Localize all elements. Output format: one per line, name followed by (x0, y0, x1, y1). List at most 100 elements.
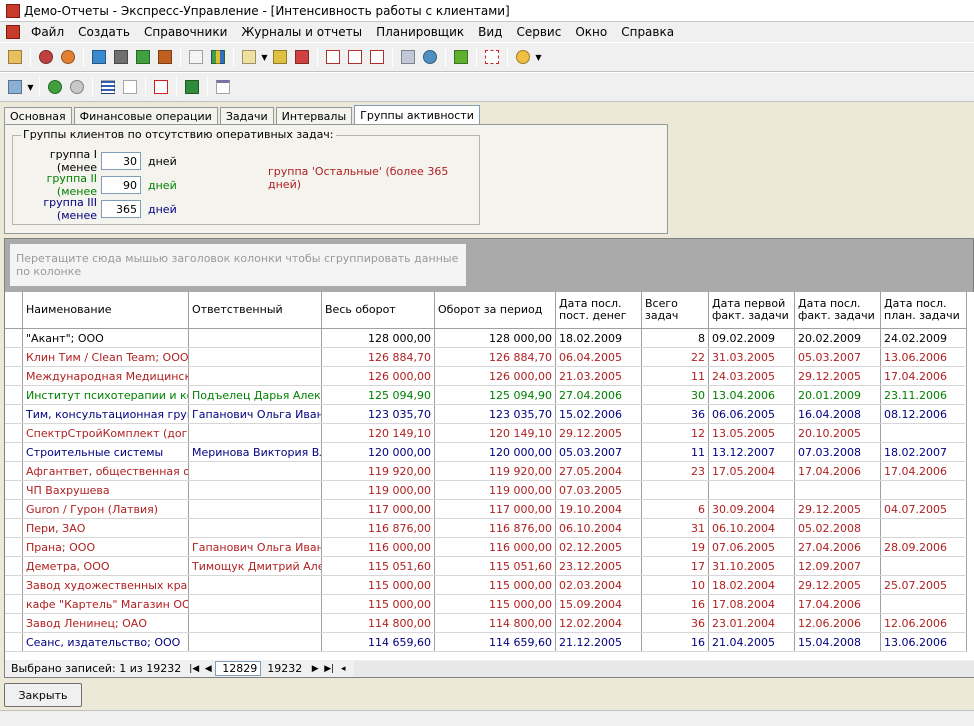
menu-journals[interactable]: Журналы и отчеты (234, 25, 369, 39)
report-p-icon[interactable] (367, 47, 387, 67)
tab-main[interactable]: Основная (4, 107, 72, 125)
schedule-icon[interactable] (292, 47, 312, 67)
next-record-icon[interactable]: ▶ (308, 662, 322, 676)
row-selector[interactable] (5, 329, 23, 347)
clock-dropdown-icon[interactable]: ▼ (534, 47, 543, 67)
menu-file[interactable]: Файл (24, 25, 71, 39)
col-last-plan-date-header[interactable]: Дата посл. план. задачи (881, 292, 967, 328)
table-row[interactable]: "Акант"; ООО 128 000,00 128 000,00 18.02.20… (5, 329, 967, 348)
col-period-turnover-header[interactable]: Оборот за период (435, 292, 556, 328)
row-selector[interactable] (5, 348, 23, 366)
last-record-icon[interactable]: ▶| (322, 662, 336, 676)
table-row[interactable]: Афгантвет, общественная орг... 119 920,00… (5, 462, 967, 481)
row-selector[interactable] (5, 614, 23, 632)
menu-service[interactable]: Сервис (509, 25, 568, 39)
export-icon[interactable] (270, 47, 290, 67)
col-name-header[interactable]: Наименование (23, 292, 189, 328)
row-selector[interactable] (5, 576, 23, 594)
table-row[interactable]: Строительные системыМеринова Виктория Вл… (5, 443, 967, 462)
clients-group-icon[interactable] (58, 47, 78, 67)
row-selector[interactable] (5, 405, 23, 423)
calculator-icon[interactable] (398, 47, 418, 67)
horizontal-scrollbar[interactable] (354, 660, 974, 677)
briefcase-icon[interactable] (155, 47, 175, 67)
row-selector[interactable] (5, 443, 23, 461)
catalog-icon[interactable] (89, 47, 109, 67)
split-icon[interactable] (482, 47, 502, 67)
menu-window[interactable]: Окно (568, 25, 614, 39)
menu-create[interactable]: Создать (71, 25, 137, 39)
group-3-days-input[interactable]: 365 (101, 200, 141, 218)
report-a-icon[interactable] (323, 47, 343, 67)
row-selector[interactable] (5, 633, 23, 651)
tab-tasks[interactable]: Задачи (219, 107, 274, 125)
globe-icon[interactable] (420, 47, 440, 67)
report-ch-icon[interactable] (345, 47, 365, 67)
current-record-input[interactable]: 12829 (215, 661, 262, 676)
tab-finance[interactable]: Финансовые операции (73, 107, 218, 125)
table-row[interactable]: Завод Ленинец; ОАО 114 800,00 114 800,00 12… (5, 614, 967, 633)
filter-clear-icon[interactable] (151, 77, 171, 97)
calendar-icon[interactable] (5, 47, 25, 67)
window-icon[interactable] (213, 77, 233, 97)
tab-intervals[interactable]: Интервалы (275, 107, 353, 125)
table-row[interactable]: ЧП Вахрушева 119 000,00 119 000,00 07.03.20… (5, 481, 967, 500)
prev-record-icon[interactable]: ◀ (201, 662, 215, 676)
row-selector[interactable] (5, 424, 23, 442)
flag-icon[interactable] (451, 47, 471, 67)
table-row[interactable]: Прана; ООО Гапанович Ольга Иван... 116 000… (5, 538, 967, 557)
row-selector[interactable] (5, 538, 23, 556)
excel-icon[interactable] (182, 77, 202, 97)
task-dropdown-icon[interactable]: ▼ (260, 47, 269, 67)
table-row[interactable]: СпектрСтройКомплект (догов...120 149,101… (5, 424, 967, 443)
table-row[interactable]: Деметра, ООО Тимощук Дмитрий Але... 115 05… (5, 557, 967, 576)
row-selector[interactable] (5, 386, 23, 404)
group-2-days-input[interactable]: 90 (101, 176, 141, 194)
col-responsible-header[interactable]: Ответственный (189, 292, 322, 328)
row-selector[interactable] (5, 519, 23, 537)
row-selector[interactable] (5, 500, 23, 518)
close-button[interactable]: Закрыть (4, 683, 82, 707)
table-row[interactable]: Пери, ЗАО 116 876,00 116 876,00 06.10.2004 3… (5, 519, 967, 538)
table-row[interactable]: Институт психотерапии и кон...Подъелец Д… (5, 386, 967, 405)
table-row[interactable]: Завод художественных красо...115 000,001… (5, 576, 967, 595)
row-selector[interactable] (5, 462, 23, 480)
detail-view-icon[interactable] (120, 77, 140, 97)
money-icon[interactable] (133, 47, 153, 67)
group-by-area[interactable]: Перетащите сюда мышью заголовок колонки … (10, 244, 466, 286)
group-1-days-input[interactable]: 30 (101, 152, 141, 170)
table-row[interactable]: Сеанс, издательство; ООО 114 659,60 114 65… (5, 633, 967, 652)
table-row[interactable]: кафе "Картель" Магазин ОО... 115 000,00 11… (5, 595, 967, 614)
stop-icon[interactable] (67, 77, 87, 97)
col-task-count-header[interactable]: Всего задач (642, 292, 709, 328)
col-last-task-date-header[interactable]: Дата посл. факт. задачи (795, 292, 881, 328)
copy-icon[interactable] (5, 77, 25, 97)
list-view-icon[interactable] (98, 77, 118, 97)
table-row[interactable]: Guron / Гурон (Латвия) 117 000,00 117 000,… (5, 500, 967, 519)
task-icon[interactable] (239, 47, 259, 67)
menu-directories[interactable]: Справочники (137, 25, 234, 39)
row-selector[interactable] (5, 481, 23, 499)
col-total-turnover-header[interactable]: Весь оборот (322, 292, 435, 328)
clock-icon[interactable] (513, 47, 533, 67)
client-icon[interactable] (36, 47, 56, 67)
col-last-payment-date-header[interactable]: Дата посл. пост. денег (556, 292, 642, 328)
row-selector[interactable] (5, 367, 23, 385)
mdi-child-icon[interactable] (6, 25, 20, 39)
chart-icon[interactable] (208, 47, 228, 67)
scroll-left-icon[interactable]: ◂ (336, 662, 350, 676)
row-selector[interactable] (5, 557, 23, 575)
table-row[interactable]: Клин Тим / Clean Team; ООО 126 884,70 126 … (5, 348, 967, 367)
menu-view[interactable]: Вид (471, 25, 509, 39)
menu-planner[interactable]: Планировщик (369, 25, 471, 39)
tab-activity-groups[interactable]: Группы активности (354, 105, 480, 125)
table-row[interactable]: Тим, консультационная группаГапанович Ол… (5, 405, 967, 424)
first-record-icon[interactable]: |◀ (187, 662, 201, 676)
menu-help[interactable]: Справка (614, 25, 681, 39)
copy-dropdown-icon[interactable]: ▼ (26, 77, 35, 97)
col-first-task-date-header[interactable]: Дата первой факт. задачи (709, 292, 795, 328)
table-row[interactable]: Международная Медицинска... 126 000,00126… (5, 367, 967, 386)
table-icon[interactable] (186, 47, 206, 67)
refresh-icon[interactable] (45, 77, 65, 97)
safe-icon[interactable] (111, 47, 131, 67)
